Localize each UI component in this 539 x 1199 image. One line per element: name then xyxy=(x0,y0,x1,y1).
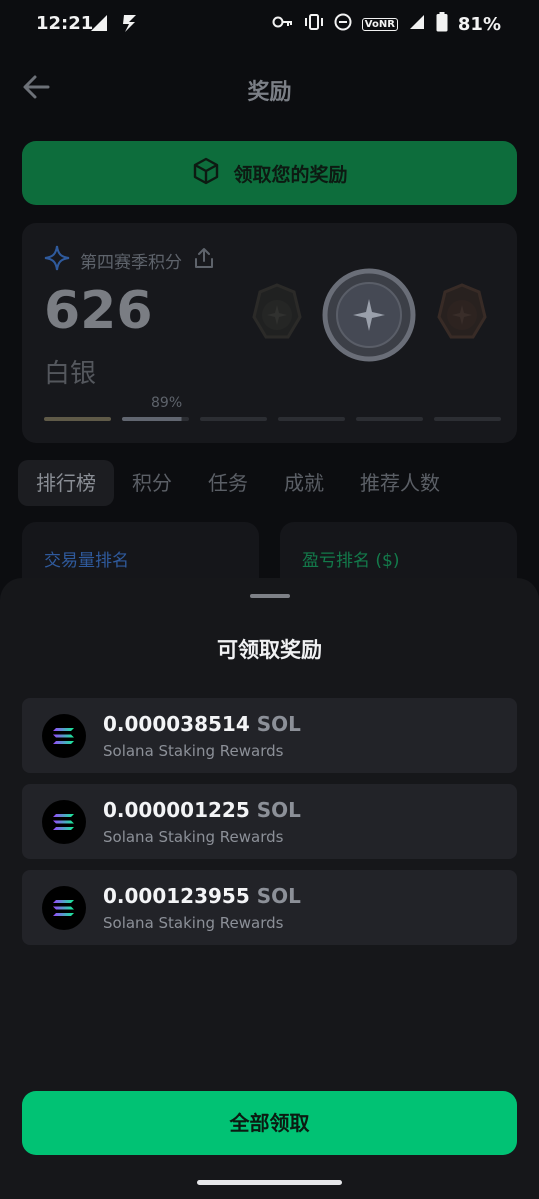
bolt-notification-icon xyxy=(120,12,140,39)
progress-segment xyxy=(44,417,111,421)
solana-icon xyxy=(42,714,86,758)
home-indicator[interactable] xyxy=(197,1180,342,1185)
reward-item[interactable]: 0.000038514 SOL Solana Staking Rewards xyxy=(22,698,517,773)
key-icon xyxy=(272,14,294,34)
tier-label: 白银 xyxy=(44,359,97,389)
season-header: 第四赛季积分 xyxy=(44,245,216,276)
vibrate-icon xyxy=(304,13,324,35)
reward-amount-unit: SOL xyxy=(256,712,301,736)
reward-amount-value: 0.000001225 xyxy=(103,798,250,822)
vonr-badge: VoNR xyxy=(361,17,398,31)
progress-segment xyxy=(278,417,345,421)
signal-boost-icon xyxy=(88,12,110,39)
reward-item[interactable]: 0.000001225 SOL Solana Staking Rewards xyxy=(22,784,517,859)
tab-bar: 排行榜 积分 任务 成就 推荐人数 xyxy=(18,460,539,506)
progress-percent: 89% xyxy=(151,395,183,411)
page-title: 奖励 xyxy=(247,80,292,105)
share-icon[interactable] xyxy=(192,246,216,275)
status-left-icons xyxy=(88,12,140,39)
bronze-medal-icon xyxy=(252,283,302,339)
battery-icon xyxy=(436,12,448,36)
cube-icon xyxy=(191,156,221,190)
battery-percent: 81% xyxy=(457,13,501,35)
reward-item[interactable]: 0.000123955 SOL Solana Staking Rewards xyxy=(22,870,517,945)
claim-all-button[interactable]: 全部领取 xyxy=(22,1091,517,1155)
progress-segment xyxy=(200,417,267,421)
season-label: 第四赛季积分 xyxy=(80,253,182,273)
do-not-disturb-icon xyxy=(334,13,352,35)
status-bar: 12:21 VoNR 81% xyxy=(0,0,539,48)
reward-amount: 0.000038514 SOL xyxy=(103,712,301,736)
claim-rewards-banner[interactable]: 领取您的奖励 xyxy=(22,141,517,205)
tab-leaderboard[interactable]: 排行榜 xyxy=(18,460,114,506)
status-right-icons: VoNR 81% xyxy=(272,12,501,36)
pnl-rank-label: 盈亏排名 ($) xyxy=(302,551,400,571)
reward-amount: 0.000001225 SOL xyxy=(103,798,301,822)
tab-achievements[interactable]: 成就 xyxy=(266,460,342,506)
status-time: 12:21 xyxy=(36,13,94,34)
gold-medal-icon xyxy=(437,283,487,339)
tier-medals xyxy=(244,265,496,370)
reward-amount-value: 0.000038514 xyxy=(103,712,250,736)
reward-amount-unit: SOL xyxy=(256,798,301,822)
reward-description: Solana Staking Rewards xyxy=(103,914,284,932)
progress-segment xyxy=(356,417,423,421)
solana-icon xyxy=(42,800,86,844)
reward-description: Solana Staking Rewards xyxy=(103,742,284,760)
progress-segment-current xyxy=(122,417,189,421)
sheet-drag-handle[interactable] xyxy=(250,594,290,598)
reward-amount-unit: SOL xyxy=(256,884,301,908)
silver-medal-icon xyxy=(322,268,416,362)
tab-tasks[interactable]: 任务 xyxy=(190,460,266,506)
tier-progress-bar xyxy=(44,417,501,421)
reward-amount: 0.000123955 SOL xyxy=(103,884,301,908)
solana-icon xyxy=(42,886,86,930)
season-points-card: 第四赛季积分 626 白银 89% xyxy=(22,223,517,443)
tab-points[interactable]: 积分 xyxy=(114,460,190,506)
season-points: 626 xyxy=(44,281,153,341)
sparkle-icon xyxy=(44,245,70,276)
progress-segment xyxy=(434,417,501,421)
tab-referrals[interactable]: 推荐人数 xyxy=(342,460,458,506)
top-bar: 奖励 xyxy=(0,60,539,118)
claim-rewards-label: 领取您的奖励 xyxy=(233,163,348,186)
cell-signal-icon xyxy=(408,13,426,35)
sheet-title: 可领取奖励 xyxy=(217,638,322,662)
reward-amount-value: 0.000123955 xyxy=(103,884,250,908)
reward-description: Solana Staking Rewards xyxy=(103,828,284,846)
volume-rank-label: 交易量排名 xyxy=(44,551,129,571)
